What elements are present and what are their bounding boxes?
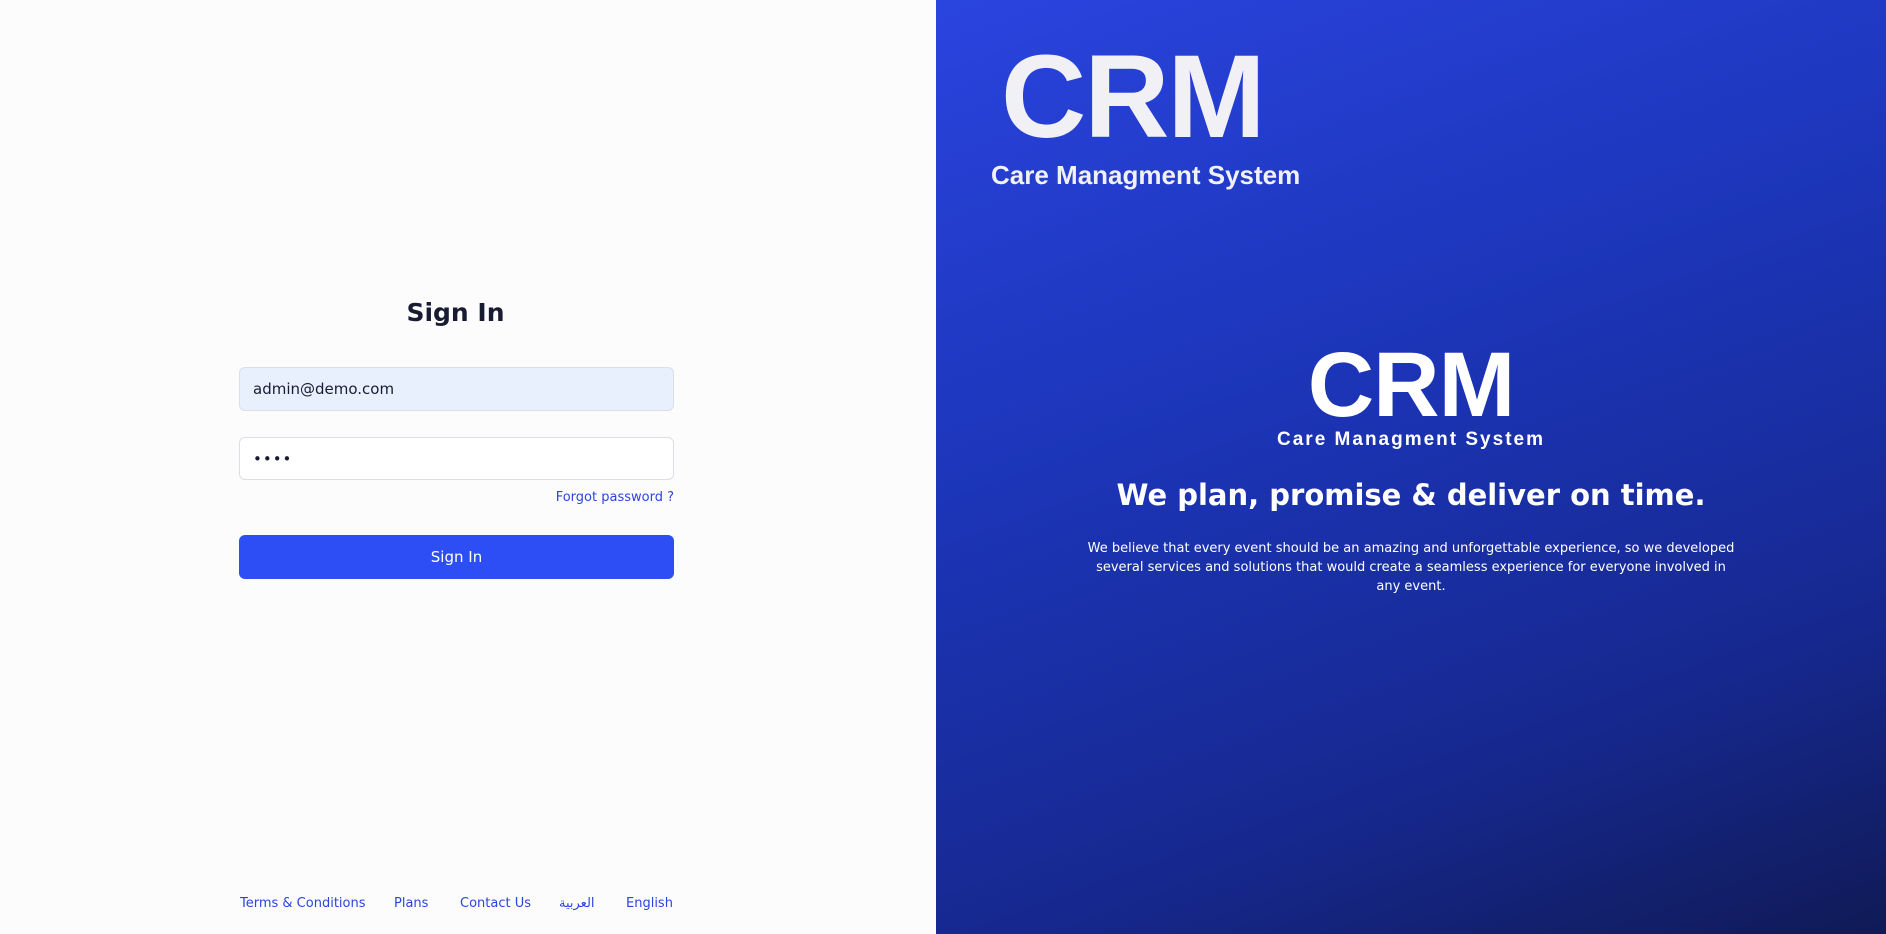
signin-panel: Sign In Forgot password ? Sign In Terms …	[0, 0, 936, 934]
page: Sign In Forgot password ? Sign In Terms …	[0, 0, 1886, 934]
forgot-password-link[interactable]: Forgot password ?	[556, 490, 674, 505]
brand-logo-center: CRM Care Managment System	[936, 334, 1886, 451]
password-input[interactable]	[239, 437, 674, 480]
brand-logo-top: CRM Care Managment System	[991, 38, 1341, 191]
logo-text: CRM	[1001, 31, 1266, 163]
brand-description: We believe that every event should be an…	[1087, 541, 1735, 594]
contact-link[interactable]: Contact Us	[460, 896, 531, 911]
logo-subtitle: Care Managment System	[991, 160, 1301, 190]
email-input[interactable]	[239, 367, 674, 411]
language-english-link[interactable]: English	[626, 896, 673, 911]
brand-panel: CRM Care Managment System CRM Care Manag…	[936, 0, 1886, 934]
logo-text: CRM	[1307, 334, 1516, 436]
plans-link[interactable]: Plans	[394, 896, 428, 911]
page-title: Sign In	[406, 298, 505, 327]
language-arabic-link[interactable]: العربية	[559, 896, 595, 911]
terms-link[interactable]: Terms & Conditions	[240, 896, 366, 911]
logo-subtitle: Care Managment System	[1277, 428, 1545, 450]
tagline: We plan, promise & deliver on time.	[1116, 478, 1706, 512]
sign-in-button[interactable]: Sign In	[239, 535, 674, 579]
